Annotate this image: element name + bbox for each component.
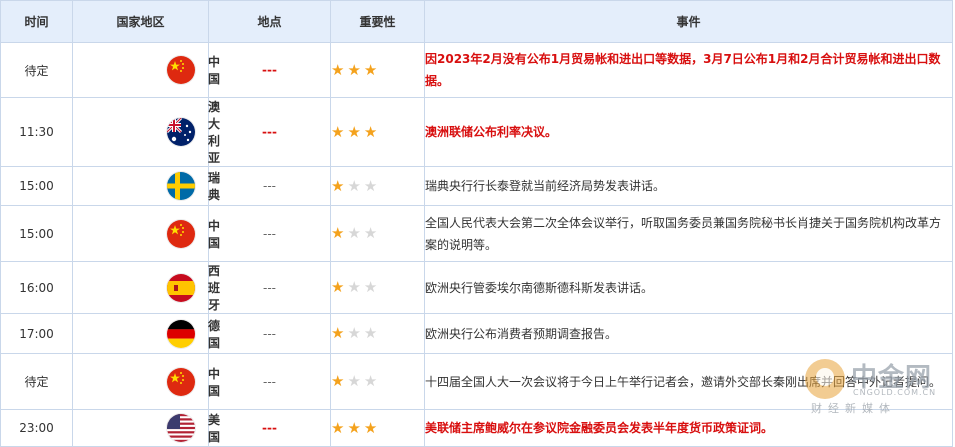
event-description: 澳洲联储公布利率决议。 (424, 97, 953, 167)
importance-rating: ★ ★ ★ (330, 42, 425, 98)
event-country: 美国 (72, 409, 220, 447)
germany-flag-icon (167, 319, 195, 348)
event-location: --- (208, 409, 331, 447)
star-filled-icon: ★ (363, 60, 378, 79)
country-name: 中国 (208, 55, 221, 86)
star-empty-icon: ★ (363, 278, 378, 296)
star-filled-icon: ★ (363, 122, 378, 141)
event-time: 23:00 (0, 409, 73, 447)
table-row: 11:30 澳大利亚 --- ★ ★ ★ 澳洲联储公布利率决议。 (0, 97, 953, 167)
importance-rating: ★ ★ ★ (330, 97, 425, 167)
importance-rating: ★ ★ ★ (330, 409, 425, 447)
country-name: 美国 (208, 413, 221, 444)
star-empty-icon: ★ (363, 324, 378, 342)
event-time: 15:00 (0, 166, 73, 206)
event-time: 11:30 (0, 97, 73, 167)
event-location: --- (208, 261, 331, 314)
star-empty-icon: ★ (363, 372, 378, 390)
header-country: 国家地区 (72, 0, 209, 43)
event-time: 待定 (0, 42, 73, 98)
table-header-row: 时间 国家地区 地点 重要性 事件 (0, 0, 953, 43)
event-time: 15:00 (0, 205, 73, 262)
star-filled-icon: ★ (331, 122, 345, 141)
event-country: 澳大利亚 (72, 97, 220, 167)
star-empty-icon: ★ (363, 224, 378, 242)
table-row: 15:00 中国 --- ★ ★ ★ 全国人民代表大会第二次全体会议举行，听取国务委员兼国务… (0, 205, 953, 262)
table-row: 16:00 西班牙 --- ★ ★ ★ 欧洲央行管委埃尔南德斯德科斯发表讲话。 (0, 261, 953, 314)
event-location: --- (208, 166, 331, 206)
star-filled-icon: ★ (331, 372, 345, 390)
australia-flag-icon (167, 118, 195, 146)
header-event: 事件 (424, 0, 953, 43)
importance-rating: ★ ★ ★ (330, 353, 425, 410)
star-empty-icon: ★ (347, 372, 361, 390)
china-flag-icon (167, 367, 195, 396)
country-name: 澳大利亚 (208, 100, 221, 165)
sweden-flag-icon (167, 172, 195, 200)
event-location: --- (208, 205, 331, 262)
star-empty-icon: ★ (347, 176, 361, 195)
china-flag-icon (167, 219, 195, 248)
event-country: 中国 (72, 42, 220, 98)
event-description: 美联储主席鲍威尔在参议院金融委员会发表半年度货币政策证词。 (424, 409, 953, 447)
event-location: --- (208, 353, 331, 410)
star-empty-icon: ★ (347, 278, 361, 296)
star-empty-icon: ★ (347, 224, 361, 242)
economic-calendar-table: 时间 国家地区 地点 重要性 事件 待定 中国 --- ★ ★ ★ 因2023年2月没有公布… (0, 0, 953, 447)
star-filled-icon: ★ (363, 418, 378, 437)
table-row: 待定 中国 --- ★ ★ ★ 因2023年2月没有公布1月贸易帐和进出口等数据，3月7日公… (0, 42, 953, 98)
header-importance: 重要性 (330, 0, 425, 43)
country-name: 德国 (208, 318, 221, 350)
event-description: 欧洲央行公布消费者预期调查报告。 (424, 313, 953, 354)
star-filled-icon: ★ (331, 224, 345, 242)
event-description: 十四届全国人大一次会议将于今日上午举行记者会，邀请外交部长秦刚出席并回答中外记者… (424, 353, 953, 410)
table-row: 待定 中国 --- ★ ★ ★ 十四届全国人大一次会议将于今日上午举行记者会，邀请外交部长秦… (0, 353, 953, 410)
star-filled-icon: ★ (347, 122, 361, 141)
importance-rating: ★ ★ ★ (330, 313, 425, 354)
event-country: 西班牙 (72, 261, 220, 314)
country-name: 西班牙 (208, 264, 221, 312)
star-filled-icon: ★ (331, 418, 345, 437)
spain-flag-icon (167, 273, 195, 302)
event-country: 瑞典 (72, 166, 220, 206)
table-row: 17:00 德国 --- ★ ★ ★ 欧洲央行公布消费者预期调查报告。 (0, 313, 953, 354)
star-filled-icon: ★ (347, 60, 361, 79)
star-filled-icon: ★ (331, 176, 345, 195)
event-time: 17:00 (0, 313, 73, 354)
event-description: 瑞典央行行长泰登就当前经济局势发表讲话。 (424, 166, 953, 206)
star-empty-icon: ★ (347, 324, 361, 342)
importance-rating: ★ ★ ★ (330, 261, 425, 314)
event-description: 欧洲央行管委埃尔南德斯德科斯发表讲话。 (424, 261, 953, 314)
star-filled-icon: ★ (331, 324, 345, 342)
event-country: 德国 (72, 313, 220, 354)
star-empty-icon: ★ (363, 176, 378, 195)
event-description: 因2023年2月没有公布1月贸易帐和进出口等数据，3月7日公布1月和2月合计贸易… (424, 42, 953, 98)
event-description: 全国人民代表大会第二次全体会议举行，听取国务委员兼国务院秘书长肖捷关于国务院机构… (424, 205, 953, 262)
event-location: --- (208, 42, 331, 98)
country-name: 中国 (208, 366, 221, 398)
star-filled-icon: ★ (331, 278, 345, 296)
event-time: 16:00 (0, 261, 73, 314)
event-location: --- (208, 313, 331, 354)
event-location: --- (208, 97, 331, 167)
star-filled-icon: ★ (347, 418, 361, 437)
event-country: 中国 (72, 353, 220, 410)
country-name: 中国 (208, 218, 221, 250)
header-time: 时间 (0, 0, 73, 43)
country-name: 瑞典 (208, 171, 221, 202)
event-country: 中国 (72, 205, 220, 262)
header-location: 地点 (208, 0, 331, 43)
usa-flag-icon (167, 414, 195, 442)
importance-rating: ★ ★ ★ (330, 205, 425, 262)
event-time: 待定 (0, 353, 73, 410)
star-filled-icon: ★ (331, 60, 345, 79)
importance-rating: ★ ★ ★ (330, 166, 425, 206)
table-row: 15:00 瑞典 --- ★ ★ ★ 瑞典央行行长泰登就当前经济局势发表讲话。 (0, 166, 953, 206)
china-flag-icon (167, 56, 195, 84)
table-row: 23:00 美国 --- ★ ★ ★ 美联储主席鲍威尔在参议院金融委员会发表半年度货币政策证… (0, 409, 953, 447)
